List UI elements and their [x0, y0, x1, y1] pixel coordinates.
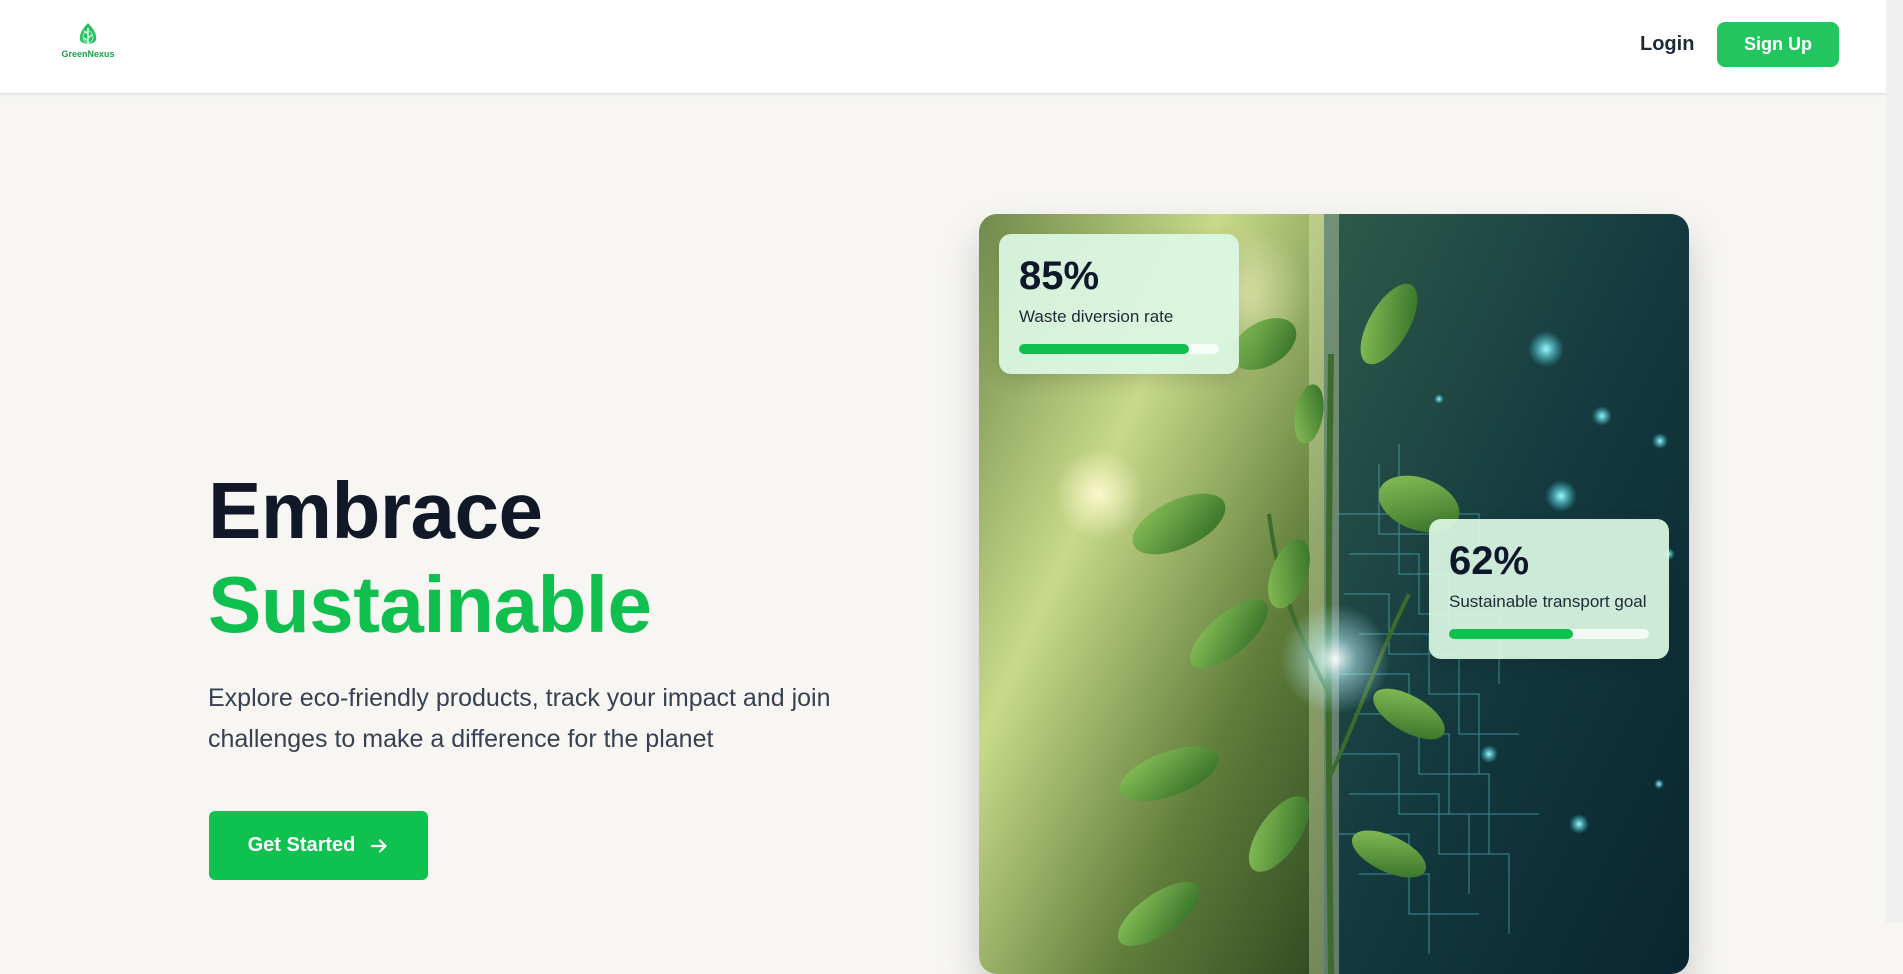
leaf-icon [79, 23, 97, 44]
headline-line-2: Sustainable [208, 560, 652, 649]
stat-progress-fill [1019, 344, 1189, 354]
stat-label: Sustainable transport goal [1449, 592, 1647, 611]
stat-card-waste: 85% Waste diversion rate [999, 234, 1239, 374]
hero-description: Explore eco-friendly products, track you… [208, 684, 831, 753]
hero-headline: Embrace Sustainable [208, 464, 908, 652]
signup-button[interactable]: Sign Up [1717, 22, 1839, 67]
stat-card-transport: 62% Sustainable transport goal [1429, 519, 1669, 659]
stat-progress-fill [1449, 629, 1573, 639]
top-navbar: GreenNexus Login Sign Up [0, 0, 1903, 94]
headline-line-1: Embrace [208, 466, 543, 555]
login-link[interactable]: Login [1640, 29, 1694, 59]
brand-logo[interactable]: GreenNexus [60, 22, 116, 62]
page-scrollbar[interactable] [1886, 0, 1903, 923]
stat-progress-track [1449, 629, 1649, 639]
brand-name: GreenNexus [61, 49, 115, 59]
stat-progress-track [1019, 344, 1219, 354]
stat-label: Waste diversion rate [1019, 307, 1174, 326]
stat-value: 85% [1019, 254, 1100, 298]
get-started-button[interactable]: Get Started [209, 811, 428, 880]
get-started-label: Get Started [247, 834, 356, 856]
arrow-right-icon [371, 838, 388, 853]
stat-value: 62% [1449, 539, 1530, 583]
